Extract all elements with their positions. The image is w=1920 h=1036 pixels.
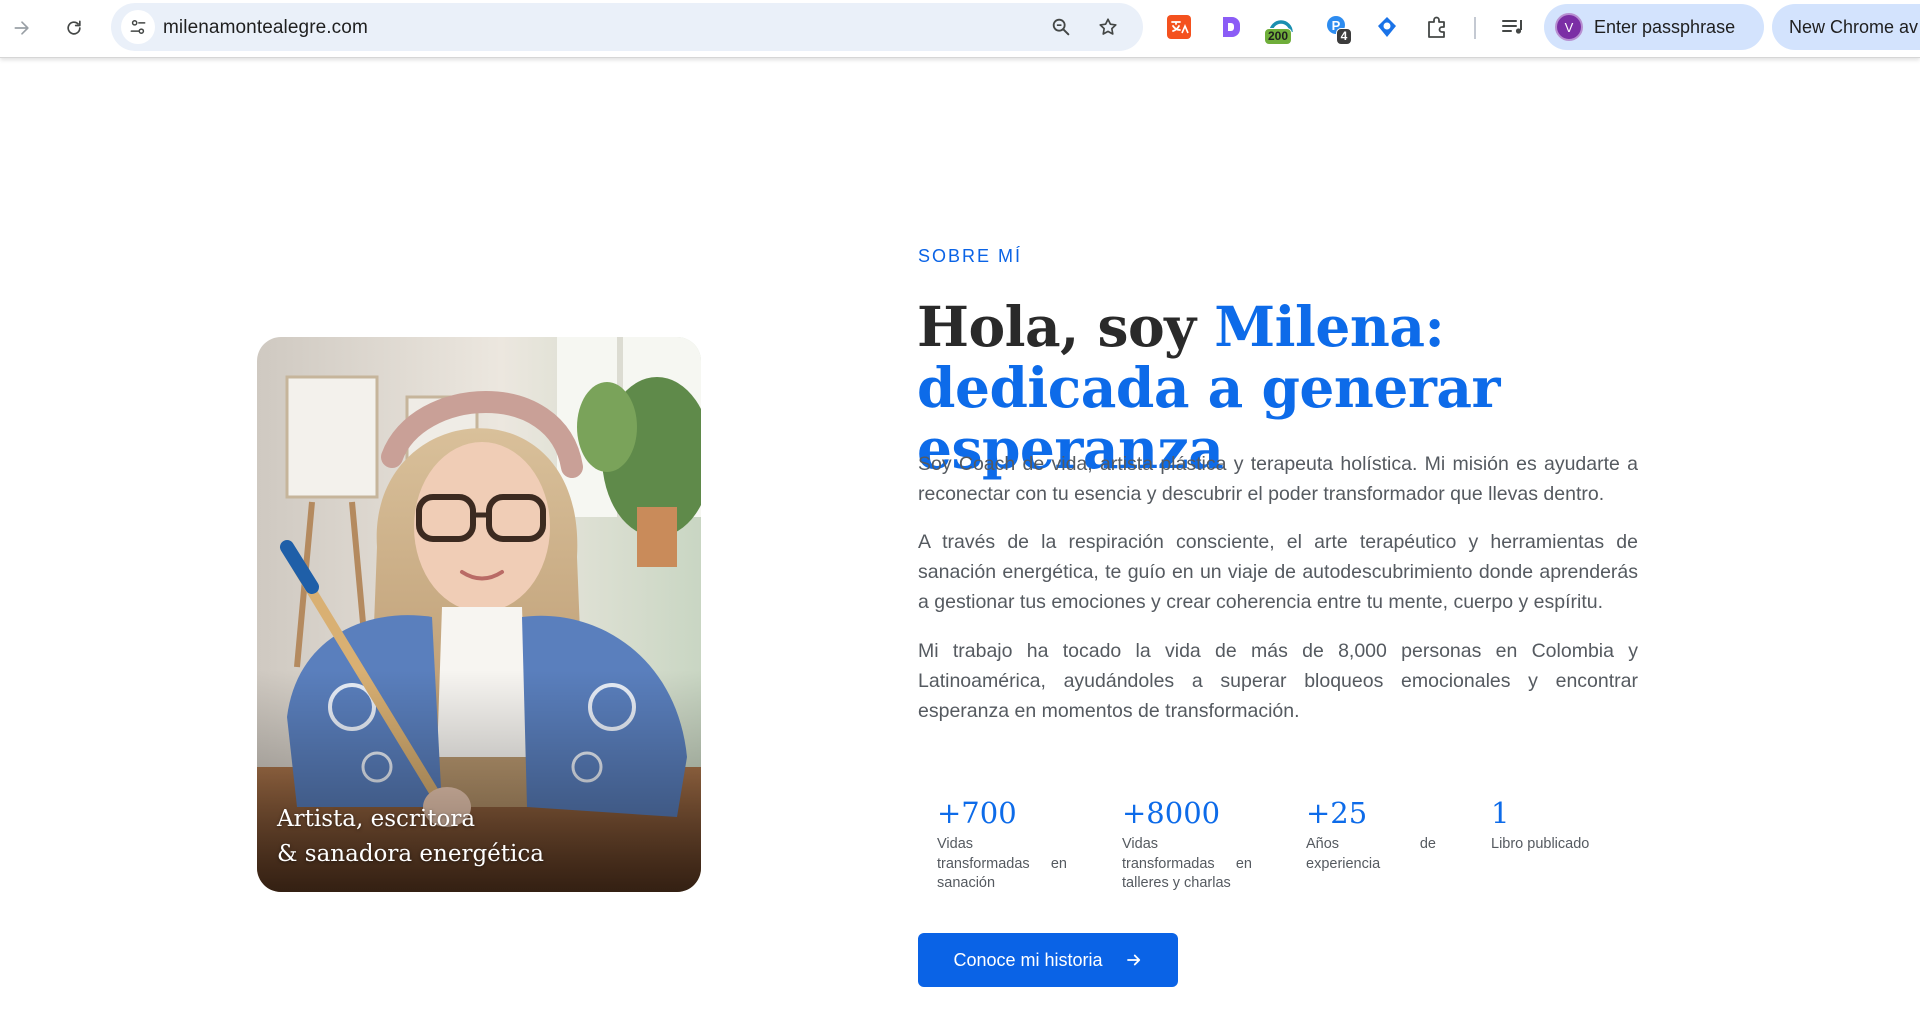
extension-badge: 4	[1336, 28, 1352, 45]
reload-icon	[67, 20, 81, 35]
translate-extension-icon	[1167, 15, 1191, 39]
photo-caption-line: Artista, escritora	[277, 806, 476, 832]
zoom-icon	[1052, 18, 1070, 36]
zoom-button[interactable]	[1049, 15, 1073, 39]
title-plain: Hola, soy	[917, 294, 1215, 359]
reload-button[interactable]	[56, 10, 92, 46]
address-bar[interactable]: milenamontealegre.com	[111, 3, 1143, 51]
stat-item: +8000 Vidas transformadas en talleres y …	[1122, 795, 1252, 894]
stat-number: 1	[1491, 796, 1510, 830]
d-extension-icon	[1223, 17, 1240, 37]
photo-caption-line: & sanadora energética	[277, 841, 544, 867]
arrow-right-icon	[1126, 954, 1140, 966]
stat-number: +700	[937, 796, 1017, 830]
avatar: V	[1555, 13, 1583, 41]
update-label: New Chrome av	[1789, 17, 1919, 37]
location-extension-button[interactable]	[1372, 12, 1402, 42]
stat-label: Libro publicado	[1491, 836, 1590, 852]
bio-paragraph: Mi trabajo ha tocado la vida de más de 8…	[918, 640, 1638, 722]
stat-label: Años de experiencia	[1306, 836, 1436, 872]
star-icon	[1099, 18, 1117, 35]
profile-photo-card: Artista, escritora & sanadora energética	[257, 337, 701, 892]
toolbar-divider	[1474, 17, 1476, 39]
arrow-forward-icon	[14, 21, 29, 35]
photo-caption: Artista, escritora & sanadora energética	[277, 802, 544, 872]
cta-label: Conoce mi historia	[953, 949, 1103, 970]
bookmark-button[interactable]	[1096, 15, 1120, 39]
stat-item: +700 Vidas transformadas en sanación	[937, 795, 1067, 894]
playlist-icon	[1502, 20, 1522, 34]
url-text[interactable]: milenamontealegre.com	[163, 17, 368, 39]
know-my-story-button[interactable]: Conoce mi historia	[918, 933, 1178, 987]
browser-toolbar: milenamontealegre.com 200 P 4 V Enter pa…	[0, 0, 1920, 58]
puzzle-extensions-icon	[1428, 16, 1445, 38]
extension-badge: 200	[1264, 28, 1293, 45]
d-extension-button[interactable]	[1216, 12, 1246, 42]
location-extension-icon	[1378, 17, 1396, 37]
tune-icon	[130, 20, 146, 34]
profile-button[interactable]: V Enter passphrase	[1544, 4, 1764, 50]
chrome-update-button[interactable]: New Chrome av	[1772, 4, 1920, 50]
stat-number: +8000	[1122, 796, 1221, 830]
stat-label: Vidas transformadas en sanación	[937, 836, 1067, 891]
stat-label: Vidas transformadas en talleres y charla…	[1122, 836, 1252, 891]
extensions-menu-button[interactable]	[1422, 12, 1452, 42]
stat-item: 1 Libro publicado	[1491, 795, 1651, 855]
forward-button[interactable]	[4, 10, 40, 46]
media-controls-button[interactable]	[1498, 12, 1528, 42]
bio-paragraph: A través de la respiración consciente, e…	[918, 531, 1638, 613]
section-eyebrow: SOBRE MÍ	[918, 246, 1023, 266]
translate-extension-button[interactable]	[1164, 12, 1194, 42]
profile-label: Enter passphrase	[1594, 16, 1736, 37]
stat-number: +25	[1306, 796, 1368, 830]
site-info-button[interactable]	[121, 10, 155, 44]
bio-paragraph: Soy Coach de vida, artista plástica y te…	[918, 453, 1638, 505]
stat-item: +25 Años de experiencia	[1306, 795, 1436, 874]
